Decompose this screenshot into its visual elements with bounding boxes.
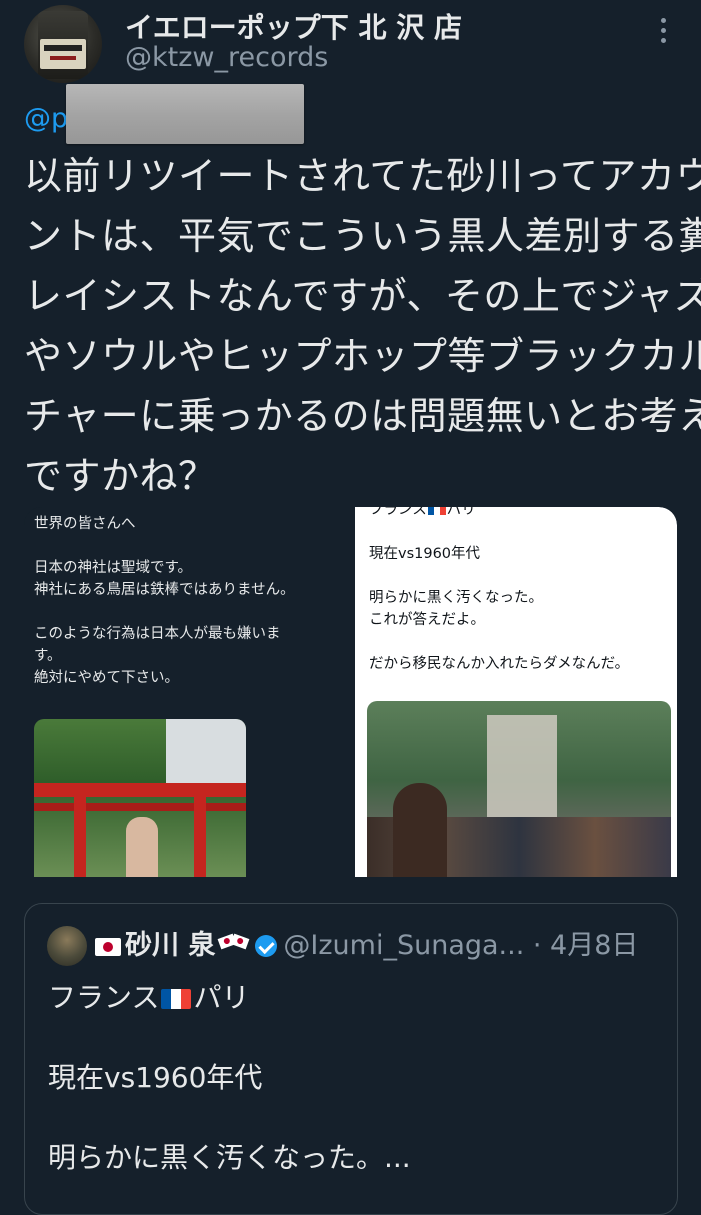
caption-line: す。 bbox=[34, 648, 62, 664]
quote-header: 砂川 泉 @Izumi_Sunaga... · 4月8日 bbox=[95, 928, 638, 964]
verified-badge-icon bbox=[255, 935, 278, 957]
tweet-text-line: ントは、平気でこういう黒人差別する糞 bbox=[24, 214, 701, 258]
tweet-text-line: やソウルやヒップホップ等ブラックカル bbox=[24, 334, 701, 378]
avatar-label-image bbox=[40, 39, 86, 69]
paris-crowd-photo bbox=[367, 701, 671, 877]
author-display-name[interactable]: イエローポップ下 北 沢 店 bbox=[125, 6, 462, 46]
quoted-tweet[interactable]: 砂川 泉 @Izumi_Sunaga... · 4月8日 フランス パリ 現在vs1… bbox=[24, 903, 678, 1215]
caption-line: 神社にある鳥居は鉄棒ではありません。 bbox=[34, 582, 295, 598]
crossed-flags-icon bbox=[218, 933, 250, 956]
tweet-text-line: レイシストなんですが、その上でジャズ bbox=[24, 274, 701, 318]
japan-flag-icon bbox=[95, 938, 121, 956]
caption-line: このような行為は日本人が最も嫌いま bbox=[34, 626, 281, 642]
quote-display-name[interactable]: 砂川 泉 bbox=[125, 930, 215, 961]
redaction-overlay bbox=[66, 84, 304, 144]
tweet-text-line: チャーに乗っかるのは問題無いとお考え bbox=[24, 394, 701, 438]
media-grid: 世界の皆さんへ 日本の神社は聖域です。 神社にある鳥居は鉄棒ではありません。 こ… bbox=[24, 507, 677, 877]
quote-text-suffix: パリ bbox=[193, 981, 250, 1014]
caption-line: だから移民なんか入れたらダメなんだ。 bbox=[369, 656, 630, 672]
quote-text: フランス パリ 現在vs1960年代 明らかに黒く汚くなった。... bbox=[48, 978, 411, 1178]
media-image-right[interactable]: フランス パリ 現在vs1960年代 明らかに黒く汚くなった。 これが答えだよ。 … bbox=[355, 507, 677, 877]
caption-prefix: フランス bbox=[369, 507, 427, 518]
tweet-text: 以前リツイートされてた砂川ってアカウ ントは、平気でこういう黒人差別する糞 レイ… bbox=[24, 146, 701, 506]
media-left-caption: 世界の皆さんへ 日本の神社は聖域です。 神社にある鳥居は鉄棒ではありません。 こ… bbox=[34, 513, 295, 689]
caption-line: 絶対にやめて下さい。 bbox=[34, 670, 179, 686]
author-avatar[interactable] bbox=[24, 5, 102, 83]
quote-text-line: 明らかに黒く汚くなった。... bbox=[48, 1141, 411, 1174]
torii-photo bbox=[34, 719, 246, 877]
quote-text-prefix: フランス bbox=[48, 981, 160, 1014]
quote-text-line: 現在vs1960年代 bbox=[48, 1061, 263, 1094]
tweet-text-line: 以前リツイートされてた砂川ってアカウ bbox=[24, 154, 701, 198]
caption-line: 日本の神社は聖域です。 bbox=[34, 560, 193, 576]
caption-line: フランス パリ bbox=[369, 507, 629, 521]
tweet-text-line: ですかね？ bbox=[24, 454, 217, 498]
quote-text-line: フランス パリ bbox=[48, 978, 411, 1018]
quote-avatar[interactable] bbox=[47, 926, 87, 966]
caption-suffix: パリ bbox=[446, 507, 476, 518]
caption-line: 世界の皆さんへ bbox=[34, 516, 136, 532]
caption-line: 明らかに黒く汚くなった。 bbox=[369, 590, 543, 606]
quote-date[interactable]: · 4月8日 bbox=[533, 930, 639, 961]
caption-line: これが答えだよ。 bbox=[369, 612, 485, 628]
quote-handle[interactable]: @Izumi_Sunaga... bbox=[283, 930, 524, 961]
france-flag-icon bbox=[427, 507, 446, 515]
france-flag-icon bbox=[161, 989, 192, 1009]
more-vertical-icon[interactable] bbox=[657, 18, 669, 48]
caption-line: 現在vs1960年代 bbox=[369, 546, 481, 562]
author-handle[interactable]: @ktzw_records bbox=[125, 42, 328, 73]
media-image-left[interactable]: 世界の皆さんへ 日本の神社は聖域です。 神社にある鳥居は鉄棒ではありません。 こ… bbox=[24, 507, 346, 877]
media-right-caption: フランス パリ 現在vs1960年代 明らかに黒く汚くなった。 これが答えだよ。 … bbox=[369, 507, 629, 675]
